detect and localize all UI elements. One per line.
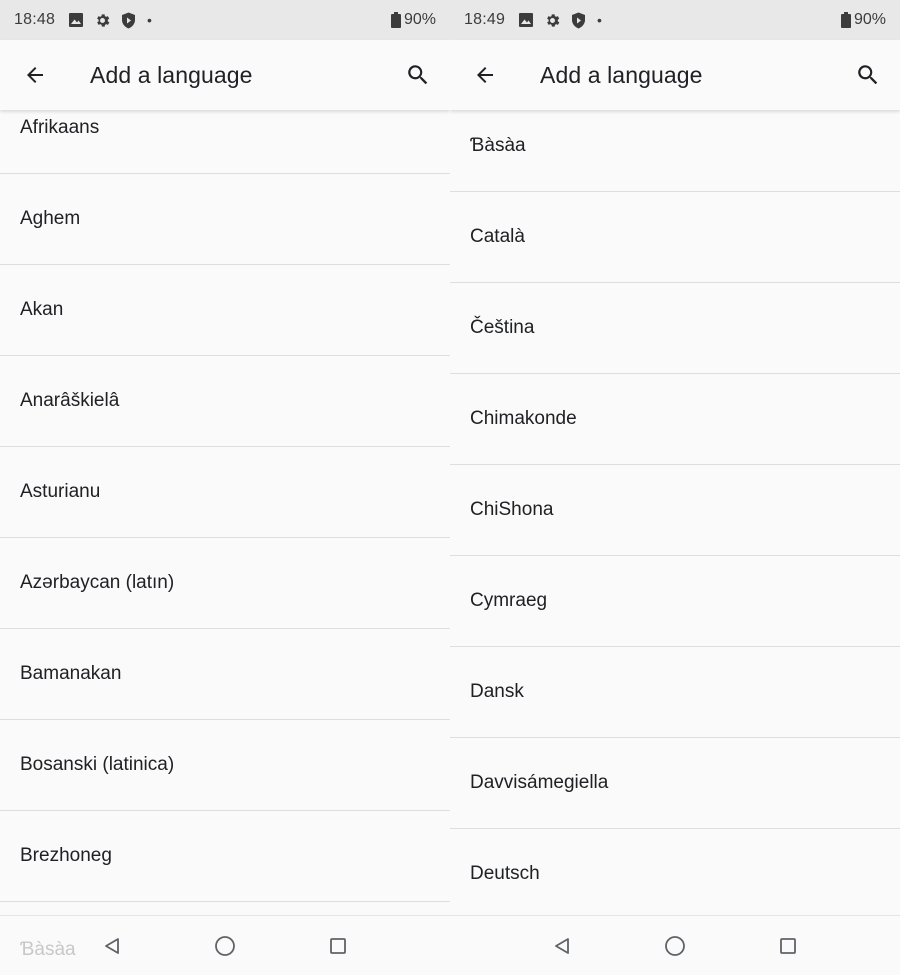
- shield-icon: [119, 11, 137, 29]
- language-list: Ɓàsàa Català Čeština Chimakonde ChiShona…: [450, 101, 900, 920]
- navigation-bar: [450, 915, 900, 975]
- image-icon: [67, 11, 85, 29]
- nav-home-button[interactable]: [169, 916, 282, 975]
- search-icon: [858, 65, 878, 85]
- status-time: 18:49: [464, 11, 506, 28]
- search-button[interactable]: [388, 40, 448, 110]
- page-title: Add a language: [540, 61, 703, 88]
- language-item[interactable]: Català: [450, 192, 900, 283]
- language-item[interactable]: Cymraeg: [450, 556, 900, 647]
- notification-dot: •: [597, 12, 602, 28]
- language-item[interactable]: Bamanakan: [0, 629, 450, 720]
- search-button[interactable]: [838, 40, 898, 110]
- nav-back-icon: [105, 937, 119, 954]
- arrow-back-icon: [477, 67, 493, 83]
- nav-recents-icon: [780, 937, 796, 954]
- app-bar: Add a language: [0, 40, 450, 110]
- language-item[interactable]: Asturianu: [0, 447, 450, 538]
- language-item[interactable]: ChiShona: [450, 465, 900, 556]
- page-title: Add a language: [90, 61, 253, 88]
- language-item[interactable]: Bosanski (latinica): [0, 720, 450, 811]
- arrow-back-icon: [27, 67, 43, 83]
- language-item[interactable]: Deutsch: [450, 829, 900, 920]
- battery-icon: [840, 12, 851, 28]
- partially-visible-language-item: Ɓàsàa: [20, 939, 76, 960]
- back-button[interactable]: [450, 40, 520, 110]
- language-item[interactable]: Chimakonde: [450, 374, 900, 465]
- app-bar: Add a language: [450, 40, 900, 110]
- nav-home-icon: [665, 935, 685, 956]
- language-item[interactable]: Ɓàsàa: [450, 101, 900, 192]
- language-item[interactable]: Brezhoneg: [0, 811, 450, 902]
- language-item[interactable]: Anarâškielâ: [0, 356, 450, 447]
- nav-home-button[interactable]: [619, 916, 732, 975]
- settings-icon: [543, 11, 561, 29]
- language-item[interactable]: Dansk: [450, 647, 900, 738]
- status-time: 18:48: [14, 11, 56, 28]
- battery-level: 90%: [403, 11, 436, 28]
- nav-back-icon: [555, 937, 569, 954]
- nav-back-button[interactable]: [506, 916, 619, 975]
- battery-icon: [390, 12, 401, 28]
- language-item[interactable]: Čeština: [450, 283, 900, 374]
- image-icon: [517, 11, 535, 29]
- language-item[interactable]: Azərbaycan (latın): [0, 538, 450, 629]
- status-bar: 18:48 • 90%: [0, 0, 450, 40]
- language-item[interactable]: Davvisámegiella: [450, 738, 900, 829]
- battery-level: 90%: [853, 11, 886, 28]
- language-list: Afrikaans Aghem Akan Anarâškielâ Asturia…: [0, 83, 450, 902]
- battery-indicator: 90%: [390, 11, 436, 29]
- language-item[interactable]: Aghem: [0, 174, 450, 265]
- left-screen: 18:48 • 90% Add a language Afrikaans Agh…: [0, 0, 450, 975]
- settings-icon: [93, 11, 111, 29]
- shield-icon: [569, 11, 587, 29]
- language-item[interactable]: Akan: [0, 265, 450, 356]
- right-screen: 18:49 • 90% Add a language Ɓàsàa Català …: [450, 0, 900, 975]
- nav-recents-button[interactable]: [732, 916, 845, 975]
- status-bar: 18:49 • 90%: [450, 0, 900, 40]
- back-button[interactable]: [0, 40, 70, 110]
- battery-indicator: 90%: [840, 11, 886, 29]
- notification-dot: •: [147, 12, 152, 28]
- nav-home-icon: [215, 935, 235, 956]
- nav-recents-icon: [330, 937, 346, 954]
- search-icon: [408, 65, 428, 85]
- nav-recents-button[interactable]: [282, 916, 395, 975]
